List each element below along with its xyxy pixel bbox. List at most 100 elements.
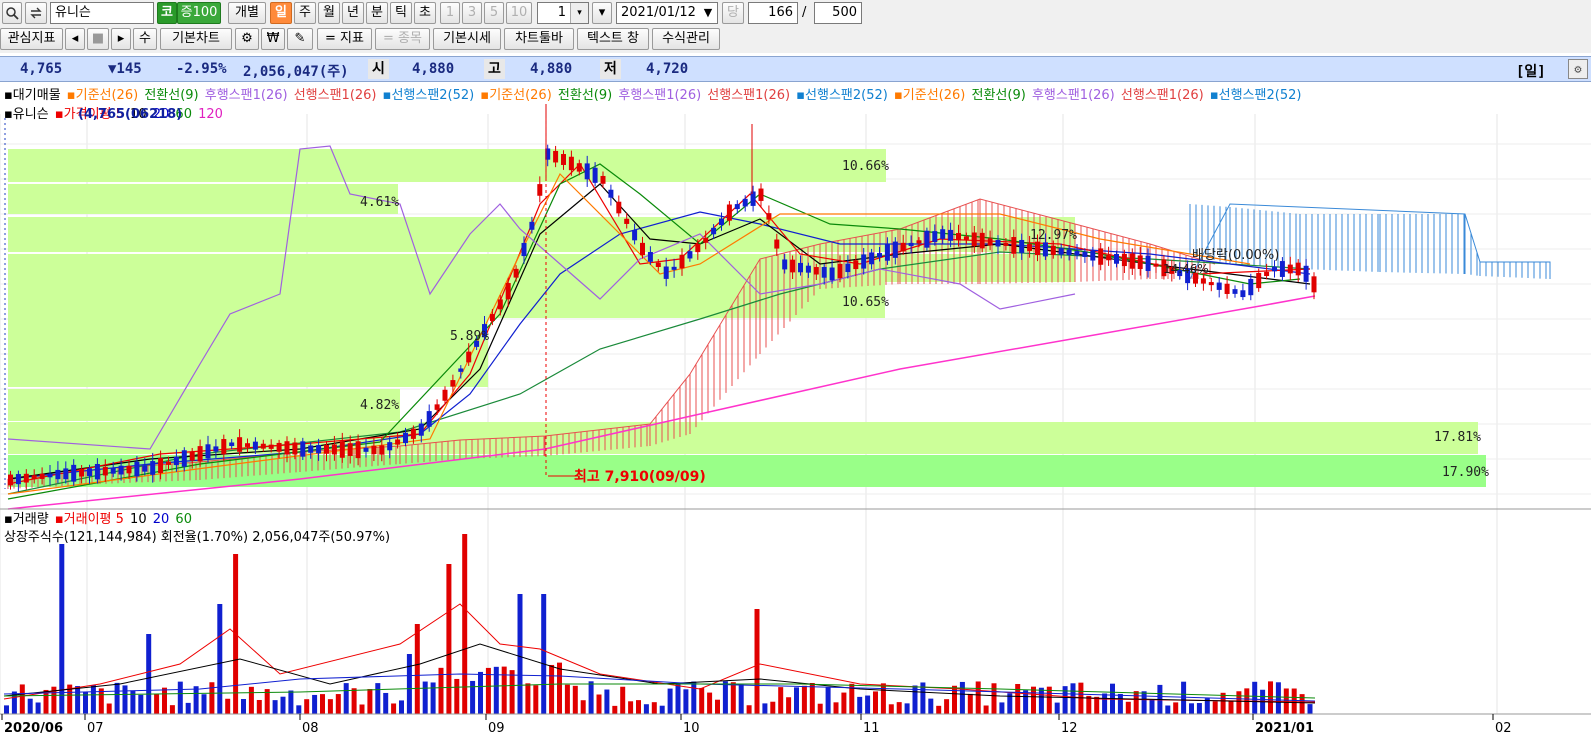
volume-band (8, 149, 886, 182)
mode-button[interactable]: 개별 (228, 2, 266, 24)
volume-bar-up (1133, 691, 1139, 714)
volume-bar-down (683, 689, 689, 714)
volume-bar-down (201, 694, 207, 714)
candle-up (158, 458, 164, 474)
candle-up (853, 260, 859, 270)
volume-bar-down (825, 687, 831, 714)
volume-band (8, 317, 488, 352)
tick-10-button[interactable]: 10 (506, 2, 532, 24)
settings-button[interactable]: ⚙ (235, 28, 259, 50)
search-button[interactable] (2, 2, 22, 24)
basic-quote-button[interactable]: 기본시세 (433, 28, 501, 50)
period-week-tab[interactable]: 주 (294, 2, 316, 24)
date-picker[interactable]: 2021/01/12 ▼ (616, 2, 718, 24)
chart-toolbar-button[interactable]: 차트툴바 (504, 28, 574, 50)
legend-volume-ma5: ▪거래이평 5 (54, 512, 124, 527)
gear-icon: ⚙ (241, 31, 253, 46)
volume-bar-up (778, 687, 784, 714)
volume-bar-up (351, 688, 357, 714)
formula-manage-button[interactable]: 수식관리 (652, 28, 720, 50)
basic-chart-button[interactable]: 기본차트 (160, 28, 232, 50)
total-input[interactable]: 500 (814, 2, 862, 24)
candle-up (1295, 262, 1301, 276)
period-tag: [일] (1516, 64, 1546, 80)
interval-toggle-button[interactable]: ▾ (592, 2, 612, 24)
current-button[interactable]: 당 (722, 2, 744, 24)
tools-button[interactable]: ✎ (287, 28, 313, 50)
candle-down (845, 263, 851, 273)
candle-up (813, 267, 819, 275)
period-month-tab[interactable]: 월 (318, 2, 340, 24)
watch-indicator-button[interactable]: 관심지표 (0, 28, 63, 50)
price-change: ▼145 (108, 61, 142, 77)
volume-bar-down (959, 681, 965, 714)
volume-bar-up (975, 681, 981, 714)
candle-up (726, 204, 732, 221)
period-minute-tab[interactable]: 분 (366, 2, 388, 24)
candle-down (205, 444, 211, 459)
tick-1-button[interactable]: 1 (440, 2, 460, 24)
candle-down (647, 251, 653, 262)
volume-bar-down (493, 666, 499, 714)
toolbar-secondary: 관심지표 ◂ ■ ▸ 수 기본차트 ⚙ ₩ ✎ = 지표 = 종목 기본시세 차… (0, 26, 1591, 53)
indicator-button[interactable]: = 지표 (317, 28, 372, 50)
symbol-button[interactable]: = 종목 (375, 28, 430, 50)
legend-leading-span2: ▪선행스팬2(52) (796, 88, 888, 103)
legend-volume-profile: ▪대기매물 (4, 88, 61, 103)
period-year-tab[interactable]: 년 (342, 2, 364, 24)
volume-bar-up (304, 699, 310, 714)
swap-button[interactable] (25, 2, 47, 24)
next-button[interactable]: ▸ (111, 28, 131, 50)
volume-bar-down (794, 687, 799, 714)
period-second-tab[interactable]: 초 (414, 2, 436, 24)
candle-down (529, 221, 535, 230)
candle-down (1042, 242, 1048, 257)
volume-band-label: 17.90% (1442, 465, 1489, 480)
swap-icon (30, 7, 42, 19)
interval-select[interactable]: 1 ▾ (537, 2, 589, 24)
candle-down (742, 198, 748, 207)
candle-up (347, 443, 353, 457)
text-window-button[interactable]: 텍스트 창 (577, 28, 649, 50)
currency-button[interactable]: ₩ (261, 28, 285, 50)
volume-bar-up (564, 684, 570, 714)
count-input[interactable]: 166 (748, 2, 798, 24)
candle-down (1058, 248, 1064, 255)
volume-bar-up (580, 700, 586, 714)
candle-up (1137, 255, 1143, 270)
candle-up (695, 243, 701, 253)
stock-chart[interactable]: 17.90% 17.81% 4.82% 5.89% 10.65% 12.97% 4.61% 1… (0, 84, 1591, 750)
chevron-down-icon: ▾ (598, 5, 606, 20)
period-day-tab[interactable]: 일 (270, 2, 292, 24)
manual-button[interactable]: 수 (133, 28, 157, 50)
volume-band-label: 17.81% (1434, 430, 1481, 445)
gear-icon[interactable]: ⚙ (1568, 59, 1588, 79)
volume-bar-up (628, 701, 634, 714)
stop-button[interactable]: ■ (87, 28, 109, 50)
candle-up (1264, 271, 1270, 276)
candle-up (1311, 276, 1317, 293)
legend-volume-ma60: 60 (175, 512, 192, 527)
tick-5-button[interactable]: 5 (484, 2, 504, 24)
volume-bar-up (967, 693, 973, 714)
volume-bar-down (1189, 703, 1194, 714)
volume-bar-down (904, 703, 910, 714)
stock-name-input[interactable]: 유니슨 (50, 2, 154, 24)
volume-bar-up (888, 704, 894, 714)
candle-up (971, 232, 977, 247)
volume-band-label: 10.66% (842, 159, 889, 174)
candle-down (884, 244, 890, 261)
period-tick-tab[interactable]: 틱 (390, 2, 412, 24)
volume-bar-up (944, 699, 950, 714)
candle-down (1082, 251, 1088, 257)
candle-up (505, 283, 511, 300)
volume-bar-down (588, 681, 594, 714)
toolbar-main: 유니슨 코 증100 개별 일 주 월 년 분 틱 초 1 3 5 10 1 ▾ … (0, 0, 1591, 26)
prev-button[interactable]: ◂ (65, 28, 85, 50)
tick-3-button[interactable]: 3 (462, 2, 482, 24)
legend-base-line: ▪기준선(26) (480, 88, 552, 103)
volume-bar-up (414, 624, 420, 714)
candle-down (584, 163, 590, 180)
volume-bar-down (1275, 682, 1281, 714)
candle-down (750, 191, 756, 206)
